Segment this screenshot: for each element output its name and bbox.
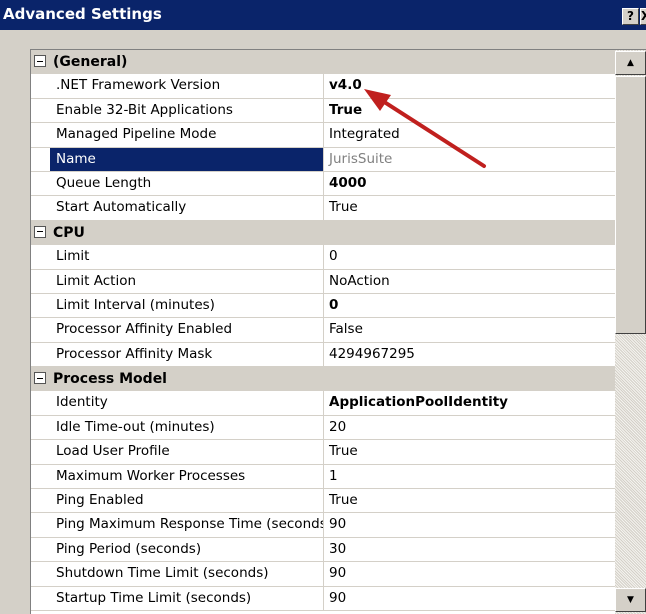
property-row[interactable]: Processor Affinity Enabled False [31, 318, 615, 343]
scroll-up-button[interactable]: ▲ [615, 51, 646, 75]
property-name: Shutdown Time Limit (seconds) [50, 562, 324, 586]
property-value[interactable]: 4000 [325, 172, 615, 195]
vertical-scrollbar[interactable]: ▲ ▼ [615, 50, 646, 614]
property-row[interactable]: Queue Length 4000 [31, 171, 615, 197]
window-title-bar[interactable]: Advanced Settings ? X [0, 0, 646, 30]
collapse-toggle-icon[interactable] [34, 372, 46, 385]
property-value[interactable]: 90 [325, 562, 615, 585]
property-row[interactable]: Enable 32-Bit Applications True [31, 98, 615, 124]
property-row[interactable]: Startup Time Limit (seconds) 90 [31, 586, 615, 611]
property-row[interactable]: Idle Time-out (minutes) 20 [31, 415, 615, 441]
property-name: Queue Length [50, 171, 324, 196]
property-row[interactable]: Ping Maximum Response Time (seconds) 90 [31, 513, 615, 538]
scroll-down-button[interactable]: ▼ [615, 588, 646, 612]
category-row[interactable]: CPU [31, 220, 615, 246]
close-button[interactable]: X [640, 8, 646, 25]
property-row[interactable]: Load User Profile True [31, 440, 615, 465]
property-name: Identity [50, 391, 324, 415]
property-name: Load User Profile [50, 440, 324, 464]
help-button[interactable]: ? [622, 8, 639, 25]
property-row[interactable]: .NET Framework Version v4.0 [31, 74, 615, 99]
property-name: Processor Affinity Enabled [50, 318, 324, 342]
property-name: .NET Framework Version [50, 74, 324, 98]
window-title: Advanced Settings [3, 5, 162, 23]
property-value[interactable]: 90 [325, 513, 615, 536]
property-grid[interactable]: (General) .NET Framework Version v4.0 Enabl… [30, 49, 646, 614]
property-name: Limit Interval (minutes) [50, 293, 324, 318]
property-name: Limit Action [50, 269, 324, 293]
property-name: Start Automatically [50, 196, 324, 220]
category-row[interactable]: Process Model [31, 367, 615, 392]
property-name: Processor Affinity Mask [50, 342, 324, 367]
property-name: Maximum Worker Processes [50, 464, 324, 489]
property-row[interactable]: Limit Interval (minutes) 0 [31, 293, 615, 319]
collapse-toggle-icon[interactable] [34, 225, 46, 238]
property-row[interactable]: Limit Action NoAction [31, 269, 615, 294]
property-value[interactable]: 4294967295 [325, 343, 615, 366]
property-row[interactable]: Limit 0 [31, 245, 615, 270]
property-rows: (General) .NET Framework Version v4.0 Enabl… [31, 50, 615, 611]
property-row[interactable]: Shutdown Time Limit (seconds) 90 [31, 562, 615, 587]
property-value[interactable]: True [325, 99, 615, 122]
category-row[interactable]: (General) [31, 50, 615, 75]
property-row[interactable]: Start Automatically True [31, 196, 615, 221]
property-row[interactable]: Processor Affinity Mask 4294967295 [31, 342, 615, 368]
property-value[interactable]: JurisSuite [325, 148, 615, 171]
property-value[interactable]: 1 [325, 465, 615, 488]
property-name: Ping Period (seconds) [50, 537, 324, 562]
property-value[interactable]: 30 [325, 538, 615, 561]
category-label: CPU [53, 224, 85, 241]
property-value[interactable]: True [325, 196, 615, 219]
property-value[interactable]: 90 [325, 587, 615, 610]
property-name: Ping Maximum Response Time (seconds) [50, 513, 324, 537]
property-value[interactable]: True [325, 489, 615, 512]
property-value[interactable]: 20 [325, 416, 615, 439]
property-row[interactable]: Maximum Worker Processes 1 [31, 464, 615, 490]
property-row[interactable]: Name JurisSuite [31, 147, 615, 172]
property-row[interactable]: Managed Pipeline Mode Integrated [31, 123, 615, 148]
property-value[interactable]: 0 [325, 294, 615, 317]
property-row[interactable]: Ping Period (seconds) 30 [31, 537, 615, 563]
collapse-toggle-icon[interactable] [34, 55, 46, 67]
property-value[interactable]: 0 [325, 245, 615, 268]
scrollbar-thumb[interactable] [615, 76, 646, 334]
property-name: Managed Pipeline Mode [50, 123, 324, 147]
property-name: Idle Time-out (minutes) [50, 415, 324, 440]
property-value[interactable]: Integrated [325, 123, 615, 146]
property-value[interactable]: True [325, 440, 615, 463]
property-name: Limit [50, 245, 324, 269]
category-label: Process Model [53, 371, 167, 388]
property-value[interactable]: ApplicationPoolIdentity [325, 391, 615, 414]
property-row[interactable]: Identity ApplicationPoolIdentity [31, 391, 615, 416]
scroll-down-arrow-icon: ▼ [627, 595, 634, 605]
property-value[interactable]: v4.0 [325, 74, 615, 97]
property-name: Name [50, 147, 324, 171]
property-value[interactable]: False [325, 318, 615, 341]
property-name: Startup Time Limit (seconds) [50, 586, 324, 610]
property-value[interactable]: NoAction [325, 270, 615, 293]
property-row[interactable]: Ping Enabled True [31, 489, 615, 514]
property-name: Ping Enabled [50, 489, 324, 513]
category-label: (General) [53, 54, 128, 70]
property-name: Enable 32-Bit Applications [50, 98, 324, 123]
scroll-up-arrow-icon: ▲ [627, 58, 634, 68]
